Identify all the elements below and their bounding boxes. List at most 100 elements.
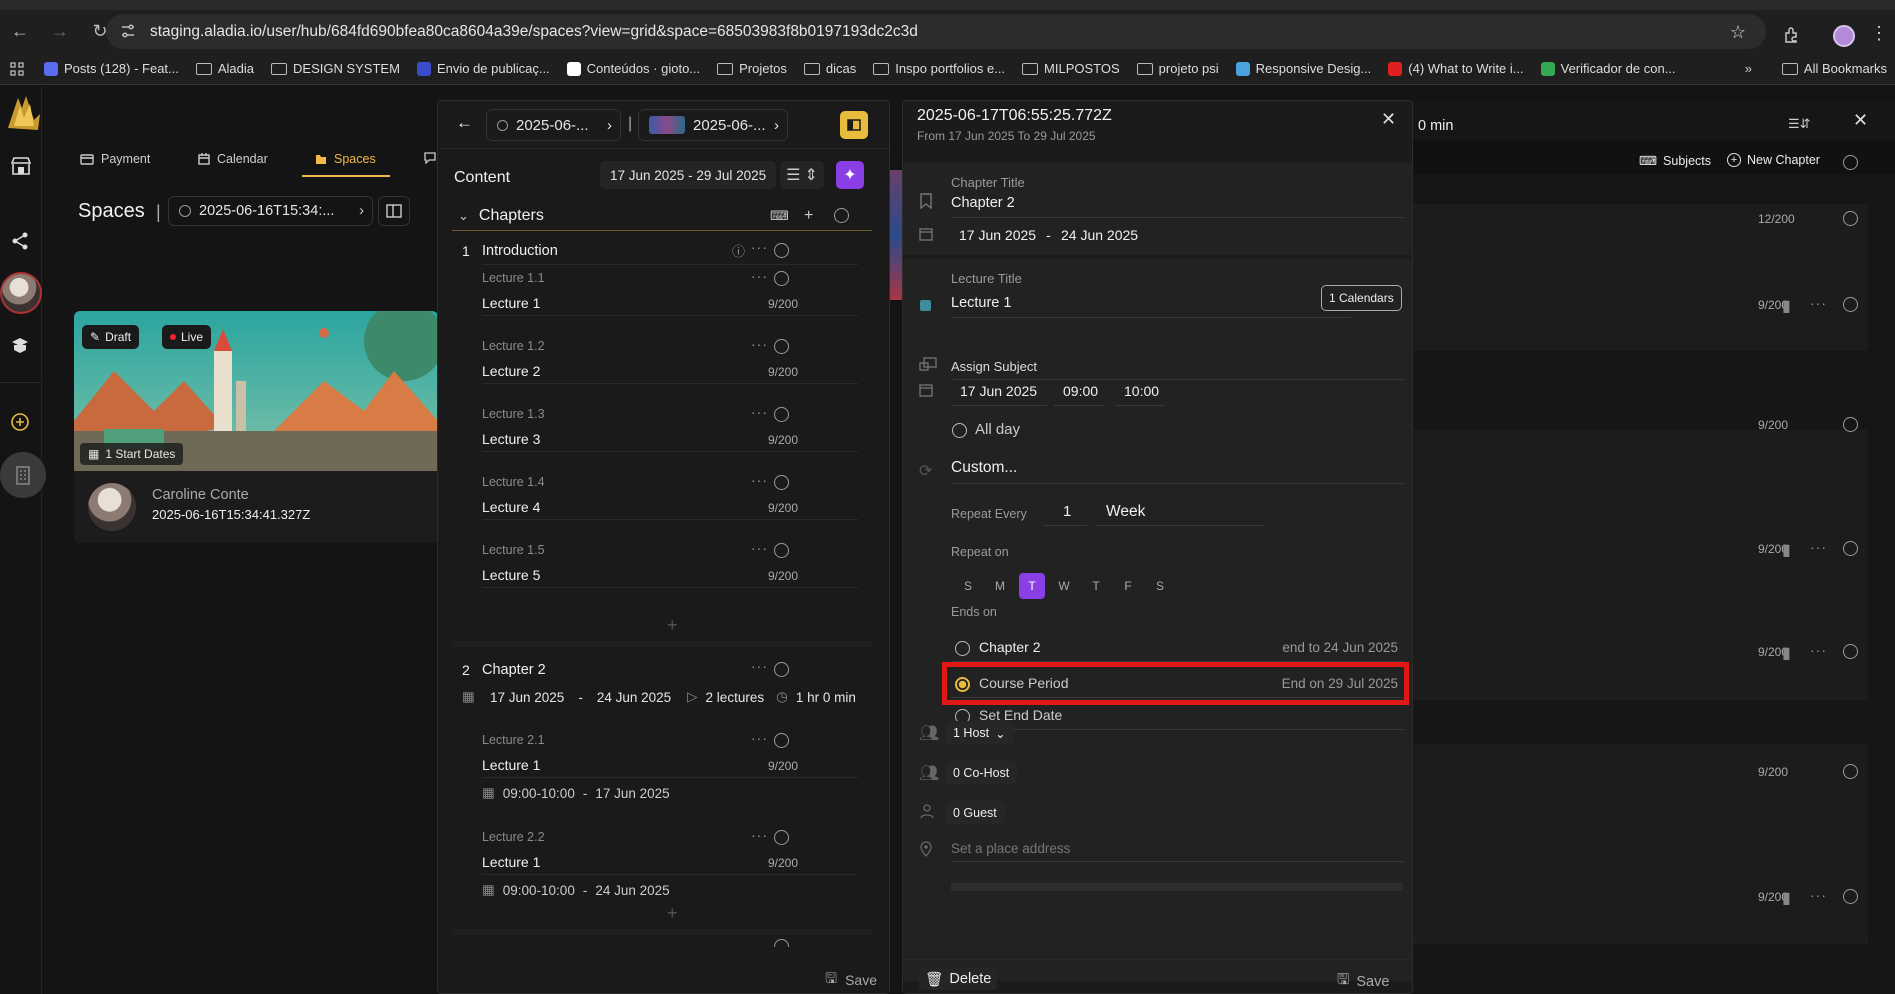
- select-ring[interactable]: [774, 475, 789, 490]
- weekday-1[interactable]: M: [987, 573, 1013, 599]
- lecture-title[interactable]: Lecture 5: [482, 567, 540, 583]
- calendars-button[interactable]: 1 Calendars: [1321, 285, 1402, 311]
- add-lecture-icon[interactable]: +: [667, 903, 678, 924]
- profile-avatar[interactable]: [1833, 25, 1855, 47]
- weekday-4[interactable]: T: [1083, 573, 1109, 599]
- info-icon[interactable]: ⓘ: [732, 241, 746, 260]
- bookmark-item[interactable]: Projetos: [717, 61, 787, 76]
- document-icon[interactable]: ▮: [1782, 888, 1791, 908]
- delete-button[interactable]: 🗑︎ Delete: [919, 968, 998, 990]
- select-ring[interactable]: [774, 543, 789, 558]
- bookmark-item[interactable]: Posts (128) - Feat...: [44, 61, 179, 76]
- add-lecture-icon[interactable]: +: [667, 615, 678, 636]
- tab-payment[interactable]: Payment: [80, 152, 150, 166]
- more-icon[interactable]: ···: [1810, 642, 1827, 658]
- live-badge[interactable]: Live: [162, 325, 212, 349]
- document-icon[interactable]: ▮: [1782, 643, 1791, 663]
- close-icon[interactable]: ✕: [1853, 110, 1868, 131]
- breadcrumb-space[interactable]: 2025-06-... ›: [486, 109, 621, 141]
- address-bar[interactable]: staging.aladia.io/user/hub/684fd690bfea8…: [106, 14, 1766, 49]
- bookmarks-more[interactable]: »: [1745, 61, 1752, 76]
- tab-spaces[interactable]: Spaces: [315, 152, 376, 166]
- weekday-3[interactable]: W: [1051, 573, 1077, 599]
- select-ring[interactable]: [1843, 889, 1858, 904]
- more-icon[interactable]: ···: [751, 658, 768, 674]
- weekday-0[interactable]: S: [955, 573, 981, 599]
- lecture-title[interactable]: Lecture 4: [482, 499, 540, 515]
- repeat-unit-select[interactable]: Week: [1106, 503, 1145, 521]
- back-arrow-icon[interactable]: ←: [456, 113, 473, 133]
- select-ring[interactable]: [774, 733, 789, 748]
- chapter-title-input[interactable]: Chapter 2: [951, 195, 1015, 211]
- forward-icon[interactable]: →: [40, 10, 80, 53]
- select-ring[interactable]: [1843, 644, 1858, 659]
- space-selector[interactable]: 2025-06-16T15:34:... ›: [168, 196, 373, 226]
- weekday-6[interactable]: S: [1147, 573, 1173, 599]
- all-day-radio[interactable]: [952, 423, 967, 438]
- add-icon[interactable]: +: [804, 207, 813, 225]
- bookmark-item[interactable]: (4) What to Write i...: [1388, 61, 1524, 76]
- ends-on-radio[interactable]: [955, 677, 970, 692]
- more-icon[interactable]: ···: [1810, 539, 1827, 555]
- chat-icon[interactable]: [424, 152, 436, 164]
- chapter-end-date[interactable]: 24 Jun 2025: [597, 690, 671, 705]
- lecture-title[interactable]: Lecture 2: [482, 363, 540, 379]
- ai-sparkle-button[interactable]: ✦: [836, 161, 864, 189]
- guest-select[interactable]: 0 Guest: [945, 801, 1005, 825]
- chapter-title[interactable]: Chapter 2: [482, 662, 546, 678]
- subjects-button[interactable]: ⌨ Subjects: [1639, 153, 1711, 169]
- chapters-header[interactable]: ⌄ Chapters ⌨ +: [452, 201, 872, 231]
- start-time[interactable]: 09:00: [1063, 383, 1098, 399]
- sort-icon[interactable]: ☰⇵: [1788, 116, 1811, 132]
- bookmark-item[interactable]: Envio de publicaç...: [416, 61, 550, 76]
- weekday-5[interactable]: F: [1115, 573, 1141, 599]
- bookmark-item[interactable]: dicas: [803, 61, 856, 76]
- more-icon[interactable]: ···: [751, 404, 768, 420]
- ends-on-option-label[interactable]: Course Period: [979, 675, 1069, 691]
- select-ring[interactable]: [1843, 155, 1858, 170]
- lecture-time[interactable]: 09:00-10:00: [503, 883, 575, 898]
- bookmark-item[interactable]: Aladia: [195, 61, 254, 76]
- more-icon[interactable]: ···: [751, 239, 768, 255]
- tab-calendar[interactable]: Calendar: [198, 152, 268, 166]
- bookmark-item[interactable]: Responsive Desig...: [1235, 61, 1371, 76]
- breadcrumb-course[interactable]: 2025-06-... ›: [638, 109, 788, 141]
- lecture-time[interactable]: 09:00-10:00: [503, 786, 575, 801]
- panel-toggle-button[interactable]: [840, 111, 868, 139]
- document-icon[interactable]: ▮: [1782, 296, 1791, 316]
- select-ring[interactable]: [774, 407, 789, 422]
- space-card[interactable]: ✎ Draft Live ▦ 1 Start Dates Caroline Co…: [74, 311, 438, 543]
- lecture-title[interactable]: Lecture 3: [482, 431, 540, 447]
- select-ring[interactable]: [774, 830, 789, 845]
- place-address-input[interactable]: Set a place address: [951, 841, 1070, 856]
- select-ring[interactable]: [1843, 417, 1858, 432]
- more-icon[interactable]: ···: [751, 730, 768, 746]
- chapter-start-date[interactable]: 17 Jun 2025: [959, 227, 1036, 243]
- assign-subject-label[interactable]: Assign Subject: [951, 359, 1037, 374]
- bookmark-item[interactable]: Conteúdos · gioto...: [566, 61, 700, 76]
- subject-icon[interactable]: ⌨: [770, 208, 789, 224]
- save-button[interactable]: Save: [845, 972, 877, 988]
- chapter-title[interactable]: Introduction: [482, 243, 558, 259]
- select-ring[interactable]: [834, 208, 849, 223]
- date-range-chip[interactable]: 17 Jun 2025 - 29 Jul 2025: [600, 161, 777, 189]
- all-day-label[interactable]: All day: [975, 421, 1020, 438]
- close-icon[interactable]: ✕: [1381, 109, 1396, 130]
- lecture-date[interactable]: 17 Jun 2025: [960, 383, 1037, 399]
- apps-grid-icon[interactable]: [4, 61, 30, 76]
- select-ring[interactable]: [1843, 541, 1858, 556]
- bookmark-star-icon[interactable]: ☆: [1730, 22, 1746, 43]
- library-icon[interactable]: [10, 336, 30, 354]
- save-button[interactable]: 🖫 Save: [1337, 969, 1389, 993]
- select-ring[interactable]: [774, 662, 789, 677]
- select-ring[interactable]: [1843, 211, 1858, 226]
- user-avatar[interactable]: [0, 272, 42, 314]
- more-icon[interactable]: ···: [1810, 887, 1827, 903]
- new-chapter-button[interactable]: + New Chapter: [1727, 153, 1820, 167]
- url-text[interactable]: staging.aladia.io/user/hub/684fd690bfea8…: [150, 23, 918, 41]
- lecture-color-swatch[interactable]: [920, 300, 931, 311]
- chapter-start-date[interactable]: 17 Jun 2025: [490, 690, 564, 705]
- back-icon[interactable]: ←: [0, 10, 40, 53]
- bookmark-item[interactable]: DESIGN SYSTEM: [271, 61, 400, 76]
- select-ring[interactable]: [774, 339, 789, 354]
